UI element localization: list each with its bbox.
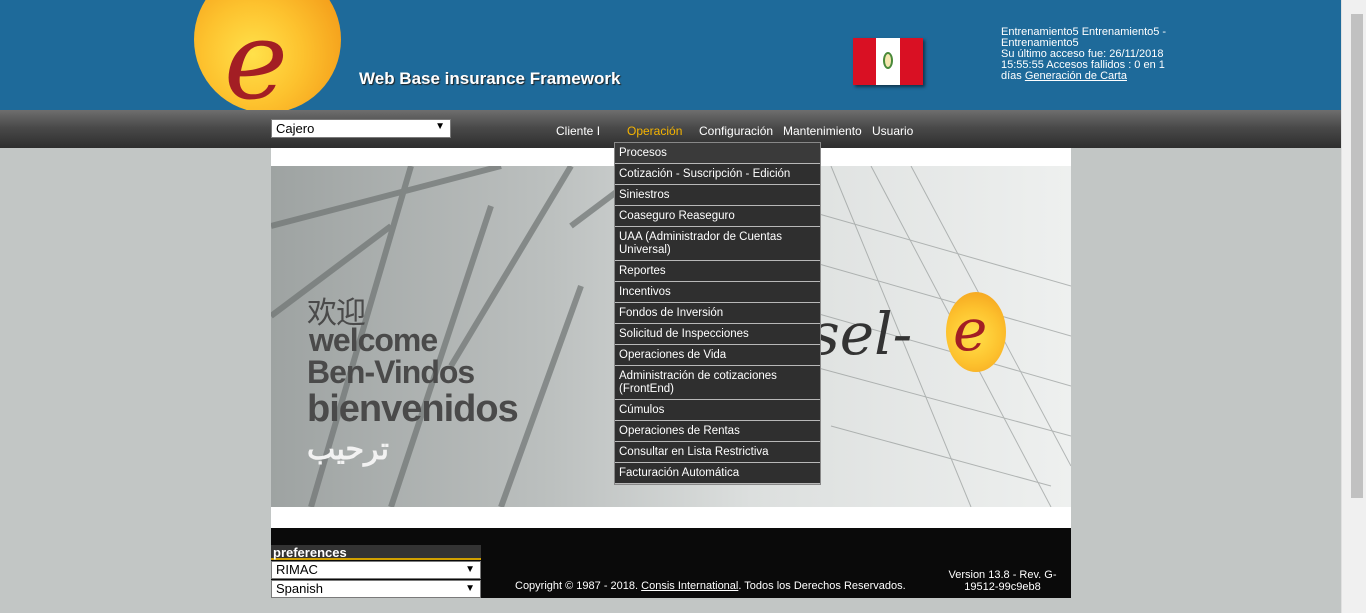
consis-link[interactable]: Consis International: [641, 580, 738, 592]
dropdown-item-lista-restrictiva[interactable]: Consultar en Lista Restrictiva: [615, 442, 820, 463]
welcome-arabic: ترحيب: [307, 433, 390, 466]
user-name: Entrenamiento5 Entrenamiento5 - Entrenam…: [1001, 26, 1167, 49]
dropdown-item-incentivos[interactable]: Incentivos: [615, 282, 820, 303]
operacion-dropdown: Procesos Cotización - Suscripción - Edic…: [614, 142, 821, 485]
dropdown-item-inspecciones[interactable]: Solicitud de Inspecciones: [615, 324, 820, 345]
menu-mantenimiento[interactable]: Mantenimiento: [783, 124, 862, 138]
dropdown-item-siniestros[interactable]: Siniestros: [615, 185, 820, 206]
menu-operacion[interactable]: Operación: [627, 124, 682, 138]
menu-cliente[interactable]: Cliente I: [556, 124, 600, 138]
dropdown-item-procesos[interactable]: Procesos: [615, 143, 820, 164]
welcome-spanish: bienvenidos: [307, 388, 519, 430]
scrollbar-thumb[interactable]: [1351, 14, 1363, 498]
dropdown-item-facturacion[interactable]: Facturación Automática: [615, 463, 820, 484]
menu-configuracion[interactable]: Configuración: [699, 124, 773, 138]
logo-letter: e: [224, 0, 288, 124]
role-select-value: Cajero: [276, 121, 315, 136]
sele-logo-letter: e: [953, 296, 988, 364]
version-info: Version 13.8 - Rev. G-19512-99c9eb8: [948, 569, 1057, 593]
brand-title: Web Base insurance Framework: [359, 69, 621, 88]
chevron-down-icon: ▼: [465, 583, 475, 594]
dropdown-item-cumulos[interactable]: Cúmulos: [615, 400, 820, 421]
menu-usuario[interactable]: Usuario: [872, 124, 913, 138]
role-select[interactable]: Cajero ▼: [271, 119, 451, 138]
dropdown-item-rentas[interactable]: Operaciones de Rentas: [615, 421, 820, 442]
dropdown-item-fondos[interactable]: Fondos de Inversión: [615, 303, 820, 324]
copyright-suffix: . Todos los Derechos Reservados.: [738, 580, 906, 592]
preferences-title: preferences: [271, 545, 481, 560]
chevron-down-icon: ▼: [465, 564, 475, 575]
welcome-portuguese: Ben-Vindos: [307, 354, 475, 390]
company-select[interactable]: RIMAC ▼: [271, 561, 481, 579]
chevron-down-icon: ▼: [435, 121, 445, 132]
user-info: Entrenamiento5 Entrenamiento5 - Entrenam…: [1001, 27, 1171, 82]
peru-flag-icon: [853, 38, 923, 85]
dropdown-item-reportes[interactable]: Reportes: [615, 261, 820, 282]
dropdown-item-vida[interactable]: Operaciones de Vida: [615, 345, 820, 366]
dropdown-item-cotizacion[interactable]: Cotización - Suscripción - Edición: [615, 164, 820, 185]
copyright: Copyright © 1987 - 2018. Consis Internat…: [515, 580, 906, 592]
sele-logo-text: sel-: [810, 300, 913, 368]
company-select-value: RIMAC: [276, 562, 318, 577]
dropdown-item-uaa[interactable]: UAA (Administrador de Cuentas Universal): [615, 227, 820, 261]
generacion-carta-link[interactable]: Generación de Carta: [1025, 70, 1127, 82]
dropdown-item-coaseguro[interactable]: Coaseguro Reaseguro: [615, 206, 820, 227]
language-select-value: Spanish: [276, 581, 323, 596]
dropdown-item-admin-cotizaciones[interactable]: Administración de cotizaciones (FrontEnd…: [615, 366, 820, 400]
language-select[interactable]: Spanish ▼: [271, 580, 481, 598]
copyright-prefix: Copyright © 1987 - 2018.: [515, 580, 639, 592]
